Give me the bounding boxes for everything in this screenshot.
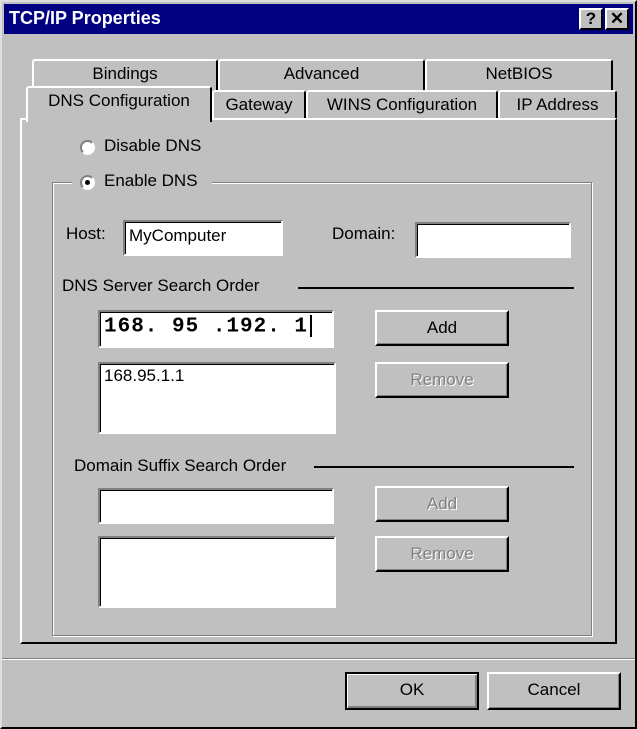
- tab-gateway[interactable]: Gateway: [212, 90, 306, 120]
- text-caret: [310, 315, 313, 337]
- cancel-label: Cancel: [527, 680, 581, 699]
- suffix-remove-button[interactable]: Remove: [375, 536, 509, 572]
- close-icon: ✕: [609, 9, 625, 28]
- suffix-add-button[interactable]: Add: [375, 486, 509, 522]
- ip-value: 168. 95 .192. 1: [104, 315, 309, 339]
- dns-remove-button[interactable]: Remove: [375, 362, 509, 398]
- tab-label: Bindings: [92, 64, 158, 83]
- section-divider: [298, 287, 574, 289]
- close-button[interactable]: ✕: [605, 8, 629, 30]
- list-item[interactable]: 168.95.1.1: [104, 366, 330, 386]
- host-label: Host:: [66, 224, 106, 243]
- dns-server-order-label: DNS Server Search Order: [62, 276, 260, 295]
- domain-input[interactable]: [415, 222, 571, 258]
- tab-advanced[interactable]: Advanced: [218, 59, 425, 91]
- cancel-button[interactable]: Cancel: [487, 672, 621, 710]
- radio-selected-dot: [85, 180, 90, 185]
- tcpip-properties-dialog: TCP/IP Properties ? ✕ Bindings Advanced …: [0, 0, 637, 729]
- tab-label: Gateway: [225, 95, 293, 114]
- tab-label: IP Address: [516, 95, 599, 114]
- title-bar[interactable]: TCP/IP Properties ? ✕: [4, 4, 633, 34]
- tab-dns-configuration[interactable]: DNS Configuration: [26, 86, 212, 122]
- enable-dns-radio[interactable]: [80, 175, 95, 190]
- remove-label: Remove: [410, 544, 474, 563]
- disable-dns-label[interactable]: Disable DNS: [104, 136, 201, 156]
- footer-divider: [2, 658, 635, 660]
- ok-button[interactable]: OK: [345, 672, 479, 710]
- tab-wins-configuration[interactable]: WINS Configuration: [306, 90, 498, 120]
- enable-dns-label[interactable]: Enable DNS: [104, 171, 198, 191]
- disable-dns-radio[interactable]: [80, 140, 95, 155]
- host-input[interactable]: MyComputer: [123, 220, 283, 256]
- dns-add-button[interactable]: Add: [375, 310, 509, 346]
- dns-server-list[interactable]: 168.95.1.1: [98, 362, 336, 434]
- tab-netbios[interactable]: NetBIOS: [425, 59, 613, 91]
- tab-label: WINS Configuration: [326, 95, 478, 114]
- tab-label: NetBIOS: [485, 64, 553, 83]
- window-title: TCP/IP Properties: [9, 8, 161, 28]
- domain-suffix-input[interactable]: [98, 488, 334, 524]
- remove-label: Remove: [410, 370, 474, 389]
- tab-ip-address[interactable]: IP Address: [498, 90, 617, 120]
- help-icon: ?: [585, 9, 597, 28]
- tab-label: Advanced: [283, 64, 360, 83]
- add-label: Add: [426, 318, 458, 337]
- domain-suffix-order-label: Domain Suffix Search Order: [74, 456, 287, 475]
- section-divider: [314, 466, 574, 468]
- domain-label: Domain:: [332, 224, 396, 243]
- ok-label: OK: [399, 680, 425, 699]
- tab-label: DNS Configuration: [48, 91, 190, 110]
- dns-configuration-panel: Disable DNS Enable DNS Host: MyComputer …: [20, 118, 617, 644]
- dns-server-ip-input[interactable]: 168. 95 .192. 1: [98, 310, 334, 348]
- help-button[interactable]: ?: [579, 8, 603, 30]
- domain-suffix-list[interactable]: [98, 536, 336, 608]
- add-label: Add: [426, 494, 458, 513]
